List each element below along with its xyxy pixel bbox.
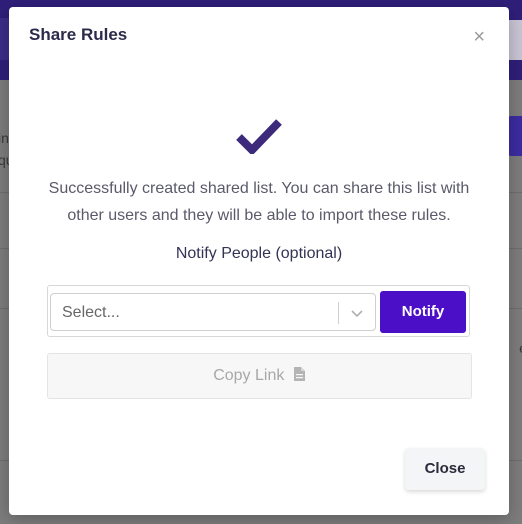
notify-row: Select... Notify xyxy=(47,285,470,337)
modal-title: Share Rules xyxy=(29,25,128,44)
share-rules-modal: Share Rules × Successfully created share… xyxy=(9,7,509,515)
select-placeholder: Select... xyxy=(62,304,120,321)
checkmark-icon xyxy=(236,119,282,154)
notify-people-label: Notify People (optional) xyxy=(175,245,343,262)
close-button[interactable]: Close xyxy=(405,448,485,490)
close-icon[interactable]: × xyxy=(473,27,485,47)
notify-button[interactable]: Notify xyxy=(380,291,466,333)
background-text: in xyxy=(0,130,9,146)
copy-document-icon xyxy=(293,367,305,381)
background-share-button xyxy=(508,116,522,156)
select-separator xyxy=(338,302,339,324)
success-message: Successfully created shared list. You ca… xyxy=(48,180,470,224)
copy-link-label: Copy Link xyxy=(213,367,285,384)
copy-link-button[interactable]: Copy Link xyxy=(47,353,472,399)
chevron-down-icon[interactable] xyxy=(349,305,365,321)
people-select[interactable]: Select... xyxy=(50,293,376,331)
